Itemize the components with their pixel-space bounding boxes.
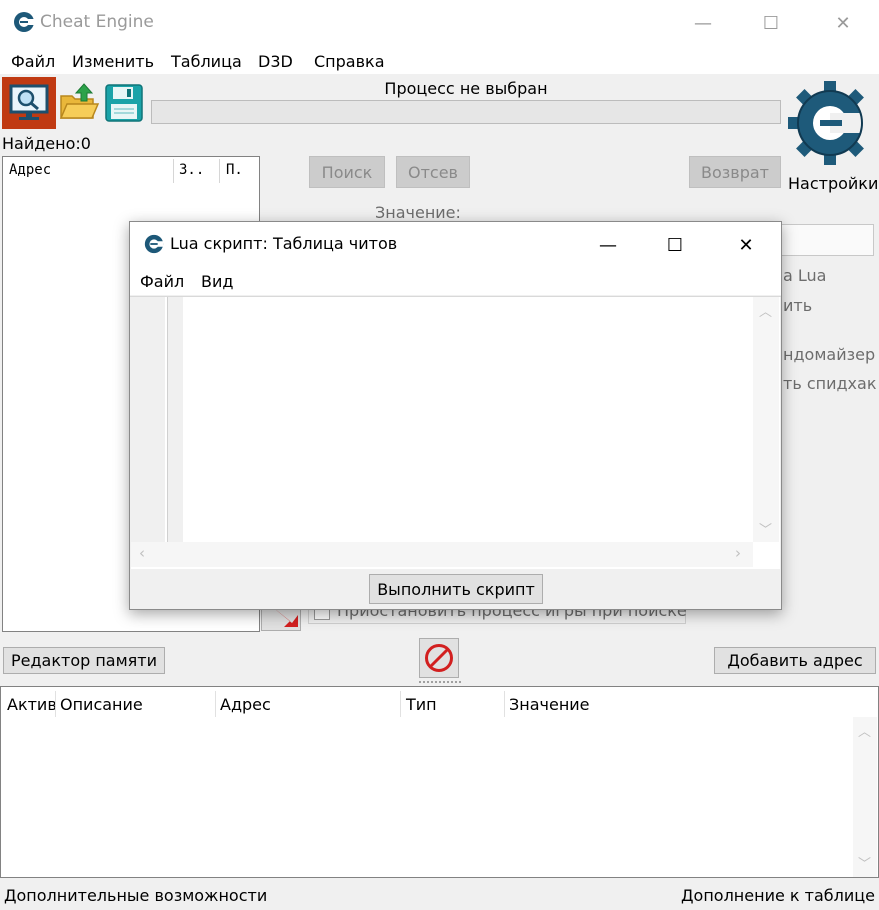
column-active[interactable]: Актив bbox=[7, 695, 57, 714]
randomizer-option[interactable]: ндомайзер bbox=[783, 345, 875, 364]
undo-scan-button[interactable]: Возврат bbox=[689, 156, 781, 188]
menu-table[interactable]: Таблица bbox=[171, 52, 242, 71]
scroll-up-icon[interactable]: ︿ bbox=[858, 721, 871, 740]
fold-gutter bbox=[167, 297, 183, 542]
minimize-button[interactable]: — bbox=[680, 0, 726, 46]
advanced-options-link[interactable]: Дополнительные возможности bbox=[4, 886, 267, 905]
editor-horizontal-scrollbar[interactable]: ‹ › bbox=[131, 542, 753, 567]
address-table[interactable]: Актив Описание Адрес Тип Значение ︿ ﹀ bbox=[0, 686, 879, 878]
editor-vertical-scrollbar[interactable]: ︿ ﹀ bbox=[753, 297, 779, 542]
vertical-scrollbar[interactable]: ︿ ﹀ bbox=[853, 717, 877, 877]
found-count: Найдено:0 bbox=[2, 134, 91, 153]
column-type[interactable]: Тип bbox=[406, 695, 437, 714]
script-text-area[interactable] bbox=[183, 297, 753, 542]
close-button[interactable]: ✕ bbox=[820, 0, 866, 46]
floppy-disk-icon bbox=[105, 84, 143, 122]
value-input[interactable] bbox=[780, 224, 874, 256]
column-value[interactable]: Значение bbox=[509, 695, 590, 714]
process-label: Процесс не выбран bbox=[384, 79, 548, 98]
maximize-button[interactable]: ☐ bbox=[748, 0, 794, 46]
dialog-menu-file[interactable]: Файл bbox=[140, 272, 184, 291]
scroll-down-icon[interactable]: ﹀ bbox=[759, 519, 772, 538]
dialog-minimize-button[interactable]: — bbox=[585, 222, 631, 268]
column-divider bbox=[400, 691, 401, 717]
window-title: Cheat Engine bbox=[40, 12, 154, 32]
value-label: Значение: bbox=[375, 203, 461, 222]
menu-d3d[interactable]: D3D bbox=[258, 52, 293, 71]
progress-bar bbox=[151, 100, 781, 124]
add-address-button[interactable]: Добавить адрес bbox=[714, 647, 876, 674]
speedhack-option[interactable]: ть спидхак bbox=[783, 374, 877, 393]
next-scan-button[interactable]: Отсев bbox=[396, 156, 470, 188]
column-divider bbox=[219, 159, 220, 183]
script-editor[interactable]: ︿ ﹀ ‹ › bbox=[131, 297, 780, 569]
scroll-left-icon[interactable]: ‹ bbox=[139, 544, 145, 562]
column-value[interactable]: З.. bbox=[179, 162, 204, 178]
open-process-button[interactable] bbox=[2, 77, 56, 129]
menu-file[interactable]: Файл bbox=[11, 52, 55, 71]
first-scan-button[interactable]: Поиск bbox=[309, 156, 385, 188]
scroll-down-icon[interactable]: ﹀ bbox=[858, 853, 871, 872]
column-divider bbox=[173, 159, 174, 183]
open-file-button[interactable] bbox=[58, 80, 100, 124]
lua-formula-option[interactable]: a Lua bbox=[783, 266, 826, 285]
no-entry-icon bbox=[425, 644, 453, 672]
line-number-gutter bbox=[131, 297, 165, 542]
column-address[interactable]: Адрес bbox=[220, 695, 271, 714]
cheat-engine-logo-icon bbox=[14, 12, 34, 32]
stop-button[interactable] bbox=[419, 638, 459, 678]
menu-edit[interactable]: Изменить bbox=[72, 52, 154, 71]
dialog-close-button[interactable]: ✕ bbox=[723, 222, 769, 268]
column-divider bbox=[55, 691, 56, 717]
folder-open-icon bbox=[59, 83, 100, 119]
dialog-maximize-button[interactable]: ☐ bbox=[652, 222, 698, 268]
scroll-up-icon[interactable]: ︿ bbox=[759, 301, 772, 320]
settings-label[interactable]: Настройки bbox=[788, 174, 878, 193]
memory-view-button[interactable]: Редактор памяти bbox=[3, 647, 165, 674]
column-address[interactable]: Адрес bbox=[9, 162, 51, 178]
cheat-engine-big-logo-icon[interactable] bbox=[788, 80, 872, 166]
cheat-engine-logo-icon bbox=[144, 234, 164, 254]
column-divider bbox=[504, 691, 505, 717]
menu-help[interactable]: Справка bbox=[314, 52, 385, 71]
column-divider bbox=[215, 691, 216, 717]
column-description[interactable]: Описание bbox=[60, 695, 143, 714]
save-file-button[interactable] bbox=[103, 82, 145, 124]
splitter-handle[interactable] bbox=[419, 681, 461, 684]
column-previous[interactable]: П. bbox=[226, 162, 243, 178]
table-extras-link[interactable]: Дополнение к таблице bbox=[681, 886, 875, 905]
dialog-menu-view[interactable]: Вид bbox=[201, 272, 233, 291]
scroll-right-icon[interactable]: › bbox=[735, 544, 741, 562]
option-fragment[interactable]: ить bbox=[783, 296, 812, 315]
computer-search-icon bbox=[9, 84, 49, 120]
dialog-title: Lua скрипт: Таблица читов bbox=[170, 234, 398, 253]
execute-script-button[interactable]: Выполнить скрипт bbox=[369, 574, 543, 604]
lua-script-dialog: Lua скрипт: Таблица читов — ☐ ✕ Файл Вид… bbox=[129, 221, 782, 610]
